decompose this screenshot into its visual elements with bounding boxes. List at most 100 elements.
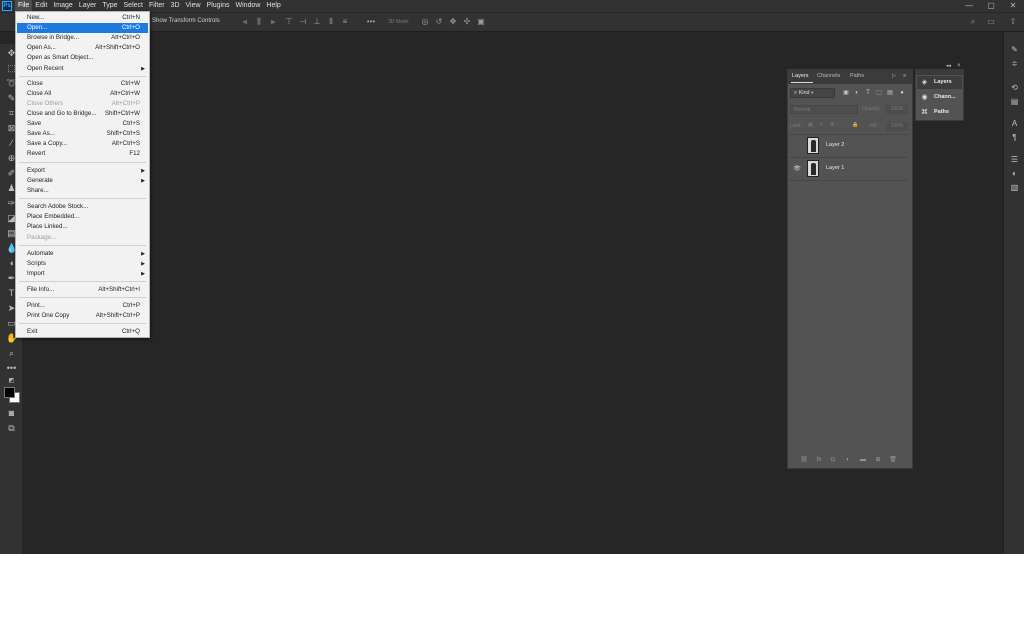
roll-3d-icon[interactable]: ↺: [434, 17, 444, 27]
align-center-icon[interactable]: ⫼: [254, 17, 264, 27]
link-layers-icon[interactable]: ⛓: [800, 456, 808, 464]
blend-mode-select[interactable]: Normal: [790, 105, 858, 114]
menu-item-exit[interactable]: Exit Ctrl+Q: [17, 327, 148, 337]
layer-style-icon[interactable]: fx: [815, 456, 823, 464]
lock-transparent-icon[interactable]: ▦: [808, 122, 813, 128]
screen-mode-icon[interactable]: ⧉: [6, 423, 17, 434]
lock-artboard-icon[interactable]: ⬚: [841, 122, 846, 128]
menu-item-open-as[interactable]: Open As... Alt+Shift+Ctrl+O: [17, 43, 148, 53]
panel-menu-icon[interactable]: ≡: [903, 73, 906, 79]
menu-item-share[interactable]: Share...: [17, 186, 148, 196]
paragraph-icon[interactable]: ¶: [1009, 132, 1020, 143]
character-icon[interactable]: A: [1009, 118, 1020, 129]
swatches-icon[interactable]: ▧: [1009, 182, 1020, 193]
fill-field[interactable]: 100%: [886, 122, 908, 131]
filter-shape-icon[interactable]: ⬚: [875, 89, 883, 97]
brush-settings-icon[interactable]: ✎: [1009, 44, 1020, 55]
quick-mask-icon[interactable]: ◙: [6, 408, 17, 419]
menu-item-print[interactable]: Print... Ctrl+P: [17, 301, 148, 311]
zoom-tool-icon[interactable]: ⌕: [6, 348, 17, 359]
minimize-button[interactable]: —: [958, 0, 980, 12]
lock-all-icon[interactable]: 🔒: [852, 122, 858, 128]
properties-icon[interactable]: ≑: [1009, 58, 1020, 69]
eye-icon[interactable]: 👁: [793, 165, 801, 173]
tab-channels[interactable]: Channels: [817, 73, 840, 79]
maximize-button[interactable]: ▢: [980, 0, 1002, 12]
more-options-icon[interactable]: •••: [366, 17, 376, 27]
menu-item-revert[interactable]: Revert F12: [17, 149, 148, 159]
menu-3d[interactable]: 3D: [168, 0, 183, 12]
menu-item-search-adobe-stock[interactable]: Search Adobe Stock...: [17, 202, 148, 212]
menu-view[interactable]: View: [183, 0, 204, 12]
comments-icon[interactable]: ▤: [1009, 96, 1020, 107]
share-icon[interactable]: ⇧: [1008, 17, 1018, 27]
menu-item-generate[interactable]: Generate ▶: [17, 176, 148, 186]
edit-toolbar-icon[interactable]: •••: [6, 363, 17, 374]
lock-pixels-icon[interactable]: ✎: [819, 122, 823, 128]
foreground-color-swatch[interactable]: [4, 387, 15, 398]
menu-item-open-smart-object[interactable]: Open as Smart Object...: [17, 53, 148, 63]
align-middle-icon[interactable]: ⊣: [298, 17, 308, 27]
new-group-icon[interactable]: ▬: [859, 456, 867, 464]
default-colors-icon[interactable]: ◩: [6, 376, 17, 387]
menu-item-save[interactable]: Save Ctrl+S: [17, 119, 148, 129]
distribute-spacing-icon[interactable]: ≡: [340, 17, 350, 27]
menu-item-close-go-to-bridge[interactable]: Close and Go to Bridge... Shift+Ctrl+W: [17, 109, 148, 119]
menu-item-place-linked[interactable]: Place Linked...: [17, 222, 148, 232]
color-icon[interactable]: ◐: [1009, 168, 1020, 179]
menu-item-print-one-copy[interactable]: Print One Copy Alt+Shift+Ctrl+P: [17, 311, 148, 321]
dock-item-layers[interactable]: ◈ Layers: [917, 76, 962, 89]
search-icon[interactable]: ⌕: [968, 17, 978, 27]
layer-row-layer-2[interactable]: Layer 2: [789, 135, 904, 157]
lock-position-icon[interactable]: ✥: [830, 122, 834, 128]
menu-item-new[interactable]: New... Ctrl+N: [17, 13, 148, 23]
dock-item-channels[interactable]: ◉ Chann...: [917, 91, 962, 104]
filter-kind-select[interactable]: ⌕ Kind ▾: [790, 88, 835, 98]
align-right-icon[interactable]: ⫸: [268, 17, 278, 27]
distribute-icon[interactable]: ⦀: [326, 17, 336, 27]
menu-item-scripts[interactable]: Scripts ▶: [17, 259, 148, 269]
tab-layers[interactable]: Layers: [792, 73, 809, 79]
align-left-icon[interactable]: ⫷: [240, 17, 250, 27]
menu-item-place-embedded[interactable]: Place Embedded...: [17, 212, 148, 222]
menu-item-import[interactable]: Import ▶: [17, 269, 148, 279]
orbit-3d-icon[interactable]: ◎: [420, 17, 430, 27]
adjustments-icon[interactable]: ☰: [1009, 154, 1020, 165]
menu-item-open-recent[interactable]: Open Recent ▶: [17, 64, 148, 74]
new-layer-icon[interactable]: ⊞: [874, 456, 882, 464]
filter-adjustment-icon[interactable]: ◐: [853, 89, 861, 97]
menu-item-browse-in-bridge[interactable]: Browse in Bridge... Alt+Ctrl+O: [17, 33, 148, 43]
close-button[interactable]: ✕: [1002, 0, 1024, 12]
menu-item-save-as[interactable]: Save As... Shift+Ctrl+S: [17, 129, 148, 139]
scale-3d-icon[interactable]: ▣: [476, 17, 486, 27]
filter-toggle-icon[interactable]: ●: [898, 89, 906, 97]
slide-3d-icon[interactable]: ✣: [462, 17, 472, 27]
pan-3d-icon[interactable]: ✥: [448, 17, 458, 27]
history-icon[interactable]: ⟲: [1009, 82, 1020, 93]
dock-item-paths[interactable]: ⌘ Paths: [917, 106, 962, 119]
menu-item-file-info[interactable]: File Info... Alt+Shift+Ctrl+I: [17, 285, 148, 295]
menu-item-automate[interactable]: Automate ▶: [17, 249, 148, 259]
adjustment-layer-icon[interactable]: ◐: [844, 456, 852, 464]
align-bottom-icon[interactable]: ⊥: [312, 17, 322, 27]
opacity-field[interactable]: 100%: [886, 105, 908, 114]
show-transform-controls-label[interactable]: Show Transform Controls: [152, 18, 220, 24]
menu-plugins[interactable]: Plugins: [204, 0, 233, 12]
tab-paths[interactable]: Paths: [850, 73, 864, 79]
align-top-icon[interactable]: ⊤: [284, 17, 294, 27]
visibility-toggle[interactable]: [793, 142, 801, 150]
menu-window[interactable]: Window: [233, 0, 264, 12]
menu-item-close[interactable]: Close Ctrl+W: [17, 79, 148, 89]
filter-pixel-icon[interactable]: ▣: [842, 89, 850, 97]
menu-help[interactable]: Help: [263, 0, 283, 12]
menu-item-close-all[interactable]: Close All Alt+Ctrl+W: [17, 89, 148, 99]
add-mask-icon[interactable]: ◘: [829, 456, 837, 464]
layer-row-layer-1[interactable]: 👁 Layer 1: [789, 158, 904, 180]
menu-item-open[interactable]: Open... Ctrl+O: [17, 23, 148, 33]
menu-item-save-a-copy[interactable]: Save a Copy... Alt+Ctrl+S: [17, 139, 148, 149]
menu-item-export[interactable]: Export ▶: [17, 166, 148, 176]
filter-type-icon[interactable]: T: [864, 89, 872, 97]
collapse-panel-icon[interactable]: ▷: [892, 73, 896, 79]
workspace-icon[interactable]: ▭: [986, 17, 996, 27]
delete-layer-icon[interactable]: 🗑: [889, 456, 897, 464]
